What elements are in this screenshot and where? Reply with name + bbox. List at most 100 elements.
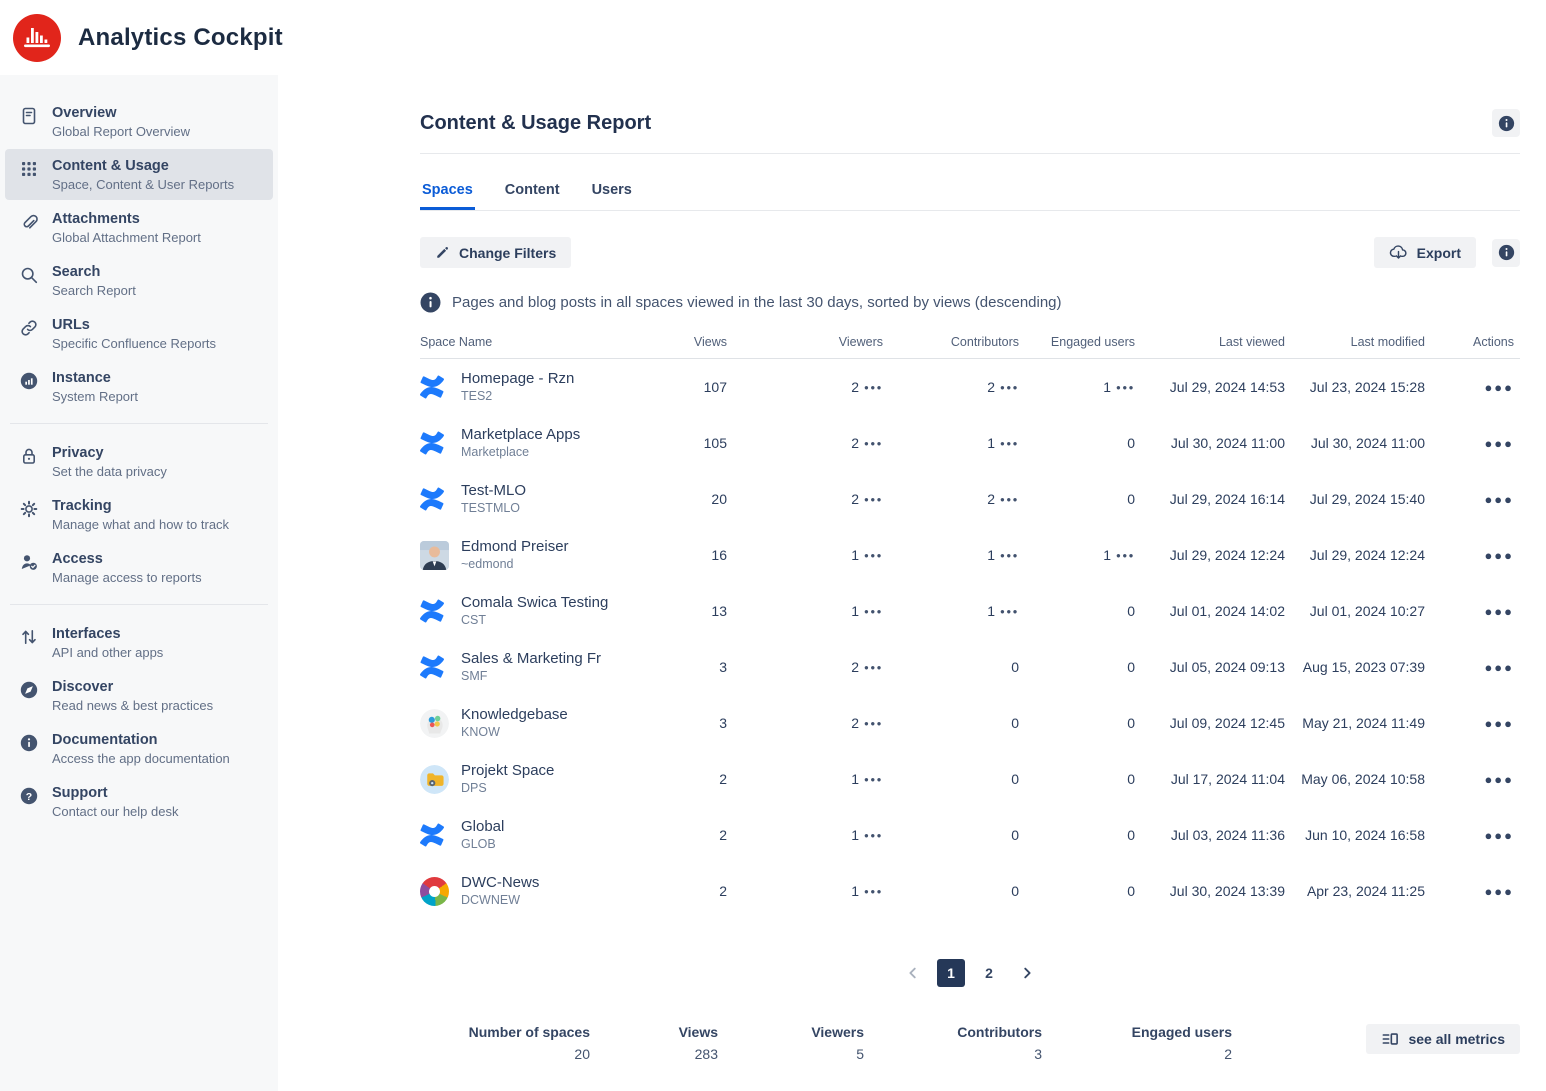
- sidebar-item-overview[interactable]: Overview Global Report Overview: [5, 96, 273, 147]
- col-last-viewed[interactable]: Last viewed: [1135, 335, 1285, 349]
- table-row: Homepage - Rzn TES2 107 2●●● 2●●● 1●●● J…: [420, 359, 1520, 415]
- space-name-link[interactable]: DWC-News: [461, 873, 539, 892]
- sidebar-item-discover[interactable]: Discover Read news & best practices: [5, 670, 273, 721]
- sidebar-item-subtitle: Search Report: [52, 282, 136, 299]
- space-name-link[interactable]: Sales & Marketing Fr: [461, 649, 601, 668]
- row-actions-button[interactable]: ●●●: [1484, 775, 1514, 785]
- sidebar-item-title: Interfaces: [52, 624, 163, 644]
- space-name-link[interactable]: Marketplace Apps: [461, 425, 580, 444]
- sidebar-item-documentation[interactable]: Documentation Access the app documentati…: [5, 723, 273, 774]
- space-name-link[interactable]: Test-MLO: [461, 481, 526, 500]
- export-info-button[interactable]: [1492, 239, 1520, 267]
- viewers-more-dots-icon[interactable]: ●●●: [864, 719, 883, 728]
- confluence-space-icon: [420, 431, 452, 455]
- sidebar-item-attachments[interactable]: Attachments Global Attachment Report: [5, 202, 273, 253]
- sidebar-item-subtitle: Read news & best practices: [52, 697, 213, 714]
- lock-icon: [19, 446, 43, 466]
- last-modified-value: Jul 01, 2024 10:27: [1285, 603, 1425, 619]
- sidebar-item-support[interactable]: ? Support Contact our help desk: [5, 776, 273, 827]
- change-filters-button[interactable]: Change Filters: [420, 237, 571, 268]
- row-actions-button[interactable]: ●●●: [1484, 831, 1514, 841]
- page-button-1[interactable]: 1: [937, 959, 965, 987]
- sidebar-item-interfaces[interactable]: Interfaces API and other apps: [5, 617, 273, 668]
- sidebar-item-content-usage[interactable]: Content & Usage Space, Content & User Re…: [5, 149, 273, 200]
- row-actions-button[interactable]: ●●●: [1484, 383, 1514, 393]
- viewers-more-dots-icon[interactable]: ●●●: [864, 551, 883, 560]
- row-actions-button[interactable]: ●●●: [1484, 607, 1514, 617]
- sidebar-divider: [10, 423, 268, 424]
- row-actions-button[interactable]: ●●●: [1484, 495, 1514, 505]
- sidebar-item-title: Documentation: [52, 730, 230, 750]
- tab-spaces[interactable]: Spaces: [420, 176, 475, 210]
- contributors-more-dots-icon[interactable]: ●●●: [1000, 495, 1019, 504]
- paperclip-icon: [19, 212, 43, 232]
- page-button-2[interactable]: 2: [975, 959, 1003, 987]
- space-key: SMF: [461, 668, 601, 685]
- row-actions-button[interactable]: ●●●: [1484, 551, 1514, 561]
- report-info-button[interactable]: [1492, 109, 1520, 137]
- viewers-more-dots-icon[interactable]: ●●●: [864, 607, 883, 616]
- metric-engaged-users: Engaged users 2: [1042, 1024, 1232, 1062]
- sidebar-item-access[interactable]: Access Manage access to reports: [5, 542, 273, 593]
- row-actions-button[interactable]: ●●●: [1484, 887, 1514, 897]
- space-name-link[interactable]: Global: [461, 817, 504, 836]
- info-icon: [19, 733, 43, 753]
- col-last-modified[interactable]: Last modified: [1285, 335, 1425, 349]
- sidebar-item-search[interactable]: Search Search Report: [5, 255, 273, 306]
- row-actions-button[interactable]: ●●●: [1484, 719, 1514, 729]
- views-value: 3: [719, 715, 727, 731]
- sidebar-item-privacy[interactable]: Privacy Set the data privacy: [5, 436, 273, 487]
- engaged-more-dots-icon[interactable]: ●●●: [1116, 383, 1135, 392]
- gear-icon: [19, 499, 43, 519]
- viewers-more-dots-icon[interactable]: ●●●: [864, 439, 883, 448]
- row-actions-button[interactable]: ●●●: [1484, 439, 1514, 449]
- link-icon: [19, 318, 43, 338]
- space-name-link[interactable]: Comala Swica Testing: [461, 593, 608, 612]
- col-space-name[interactable]: Space Name: [420, 335, 637, 349]
- engaged-more-dots-icon[interactable]: ●●●: [1116, 551, 1135, 560]
- see-all-metrics-button[interactable]: see all metrics: [1366, 1024, 1520, 1054]
- space-name-link[interactable]: Homepage - Rzn: [461, 369, 574, 388]
- last-modified-value: May 06, 2024 10:58: [1285, 771, 1425, 787]
- export-button[interactable]: Export: [1374, 237, 1476, 268]
- prev-page-button[interactable]: [899, 959, 927, 987]
- viewers-more-dots-icon[interactable]: ●●●: [864, 383, 883, 392]
- last-viewed-value: Jul 17, 2024 11:04: [1135, 771, 1285, 787]
- space-name-link[interactable]: Knowledgebase: [461, 705, 568, 724]
- sidebar-item-subtitle: Manage what and how to track: [52, 516, 229, 533]
- viewers-more-dots-icon[interactable]: ●●●: [864, 887, 883, 896]
- col-viewers[interactable]: Viewers: [727, 335, 883, 349]
- space-key: TESTMLO: [461, 500, 526, 517]
- space-name-link[interactable]: Edmond Preiser: [461, 537, 569, 556]
- sidebar-item-title: Access: [52, 549, 202, 569]
- next-page-button[interactable]: [1013, 959, 1041, 987]
- confluence-space-icon: [420, 599, 452, 623]
- contributors-more-dots-icon[interactable]: ●●●: [1000, 551, 1019, 560]
- viewers-more-dots-icon[interactable]: ●●●: [864, 495, 883, 504]
- contributors-more-dots-icon[interactable]: ●●●: [1000, 439, 1019, 448]
- contributors-more-dots-icon[interactable]: ●●●: [1000, 607, 1019, 616]
- table-row: Sales & Marketing Fr SMF 3 2●●● 0●●● 0●●…: [420, 639, 1520, 695]
- contributors-value: 0: [1011, 827, 1019, 843]
- viewers-more-dots-icon[interactable]: ●●●: [864, 775, 883, 784]
- sidebar-item-urls[interactable]: URLs Specific Confluence Reports: [5, 308, 273, 359]
- tab-users[interactable]: Users: [590, 176, 634, 210]
- sidebar-item-title: URLs: [52, 315, 216, 335]
- sidebar-item-tracking[interactable]: Tracking Manage what and how to track: [5, 489, 273, 540]
- views-value: 2: [719, 771, 727, 787]
- col-views[interactable]: Views: [637, 335, 727, 349]
- viewers-more-dots-icon[interactable]: ●●●: [864, 663, 883, 672]
- space-name-link[interactable]: Projekt Space: [461, 761, 554, 780]
- last-viewed-value: Jul 01, 2024 14:02: [1135, 603, 1285, 619]
- col-engaged-users[interactable]: Engaged users: [1019, 335, 1135, 349]
- table-row: Comala Swica Testing CST 13 1●●● 1●●● 0●…: [420, 583, 1520, 639]
- contributors-more-dots-icon[interactable]: ●●●: [1000, 383, 1019, 392]
- tab-content[interactable]: Content: [503, 176, 562, 210]
- viewers-more-dots-icon[interactable]: ●●●: [864, 831, 883, 840]
- sidebar-item-instance[interactable]: Instance System Report: [5, 361, 273, 412]
- grid-icon: [19, 159, 43, 179]
- col-contributors[interactable]: Contributors: [883, 335, 1019, 349]
- row-actions-button[interactable]: ●●●: [1484, 663, 1514, 673]
- last-modified-value: Aug 15, 2023 07:39: [1285, 659, 1425, 675]
- sidebar-item-subtitle: Global Report Overview: [52, 123, 190, 140]
